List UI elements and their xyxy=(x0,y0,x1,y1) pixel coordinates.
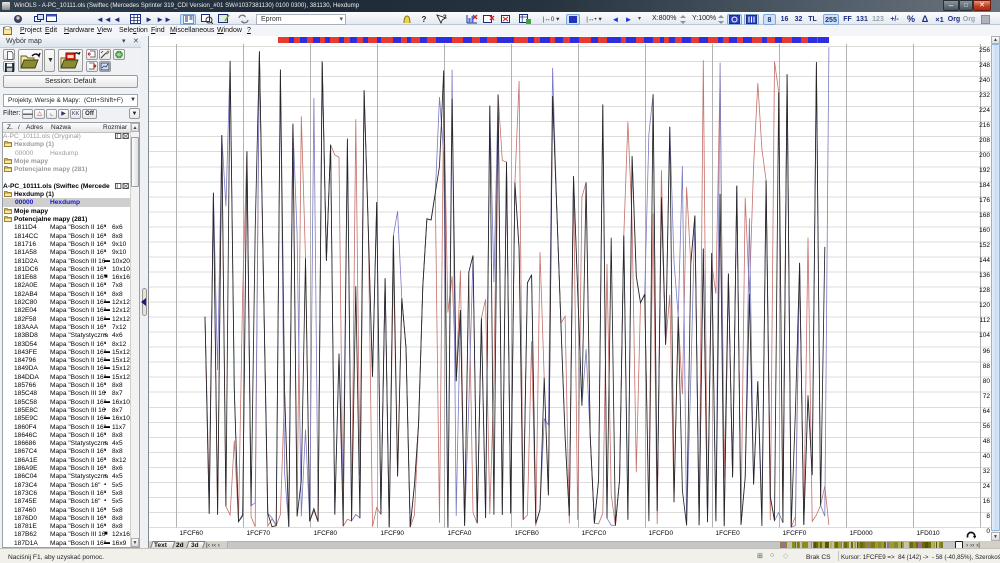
svg-text:?: ? xyxy=(443,15,447,21)
